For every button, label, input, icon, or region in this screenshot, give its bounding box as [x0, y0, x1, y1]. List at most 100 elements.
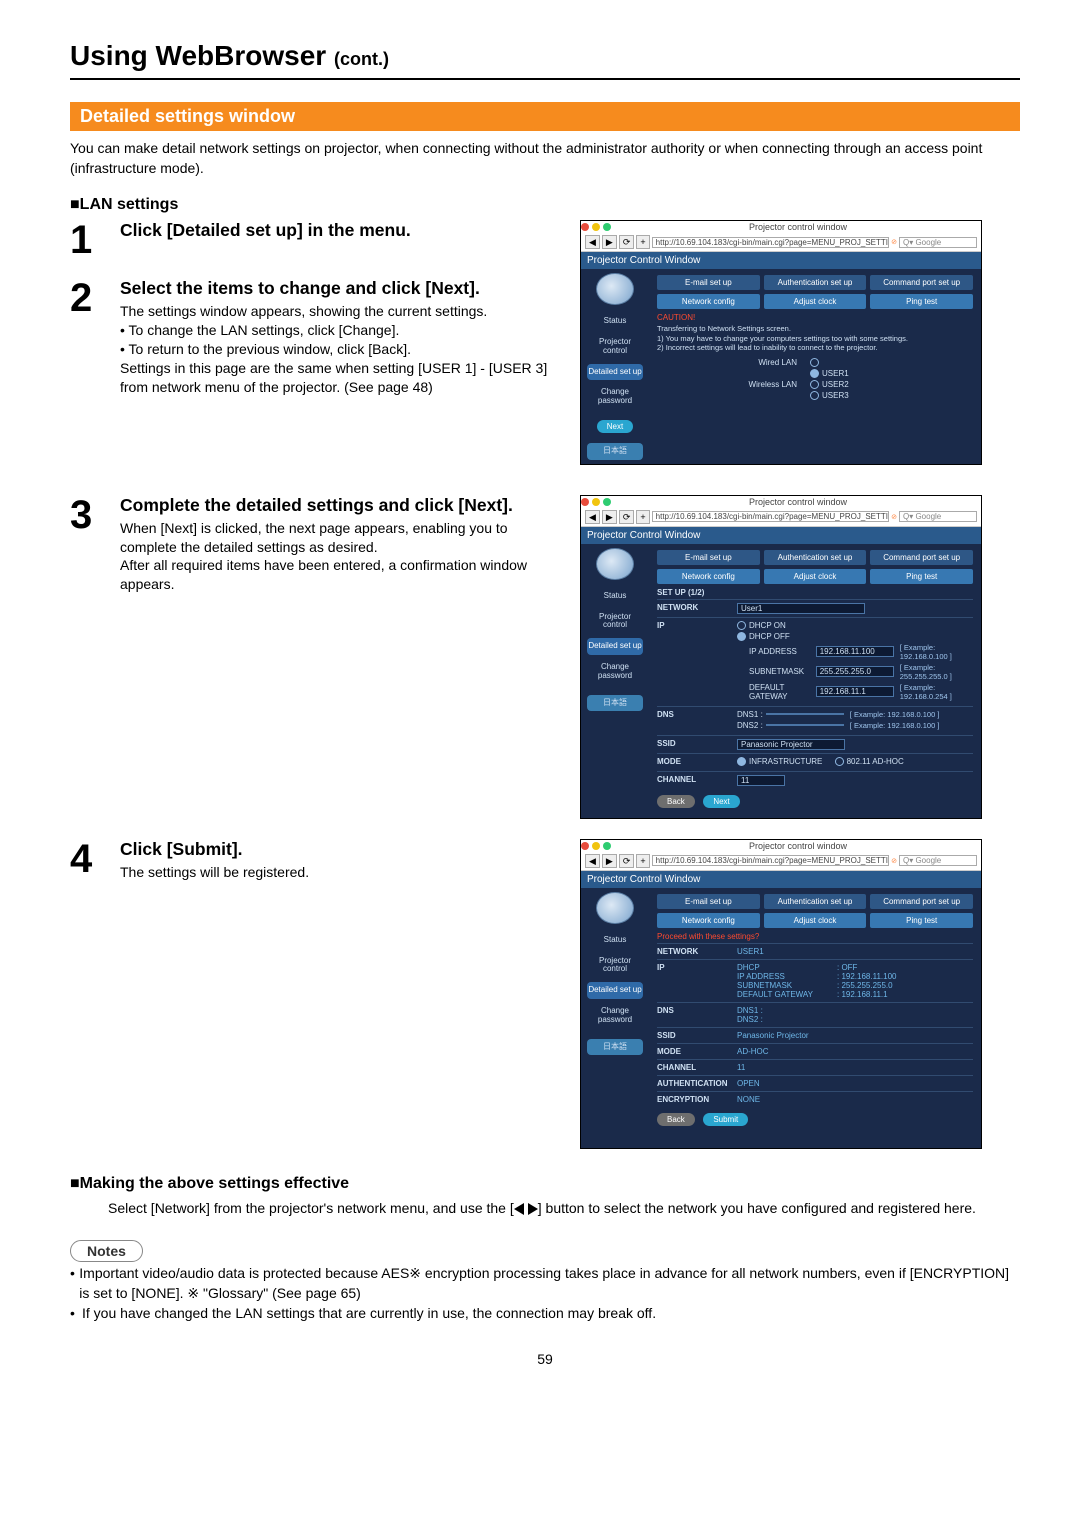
adhoc-radio[interactable]: [835, 757, 844, 766]
tab-network-config[interactable]: Network config: [657, 569, 760, 584]
wired-lan-radio[interactable]: [810, 358, 819, 367]
tab-ping-test[interactable]: Ping test: [870, 913, 973, 928]
sidebar-detailed-setup[interactable]: Detailed set up: [587, 982, 643, 999]
url-bar[interactable]: http://10.69.104.183/cgi-bin/main.cgi?pa…: [652, 511, 889, 522]
window-header: Projector Control Window: [581, 527, 981, 544]
channel-label: CHANNEL: [657, 775, 737, 784]
page-number: 59: [70, 1351, 1020, 1367]
next-button[interactable]: Next: [703, 795, 739, 808]
nav-back-icon[interactable]: ◀: [585, 854, 600, 868]
step-title: Select the items to change and click [Ne…: [120, 278, 560, 300]
tab-adjust-clock[interactable]: Adjust clock: [764, 294, 867, 309]
channel-select[interactable]: 11: [737, 775, 785, 786]
tab-auth[interactable]: Authentication set up: [764, 550, 867, 565]
ssid-input[interactable]: Panasonic Projector: [737, 739, 845, 750]
sidebar-japanese[interactable]: 日本語: [587, 1039, 643, 1056]
tab-command-port[interactable]: Command port set up: [870, 894, 973, 909]
sidebar-projector-control[interactable]: Projector control: [587, 334, 643, 360]
tab-adjust-clock[interactable]: Adjust clock: [764, 913, 867, 928]
dns1-input[interactable]: [766, 713, 844, 715]
tab-ping-test[interactable]: Ping test: [870, 569, 973, 584]
user2-radio[interactable]: [810, 380, 819, 389]
nav-back-icon[interactable]: ◀: [585, 510, 600, 524]
tab-command-port[interactable]: Command port set up: [870, 275, 973, 290]
projector-icon: [596, 273, 634, 305]
subnet-input[interactable]: 255.255.255.0: [816, 666, 894, 677]
tab-email[interactable]: E-mail set up: [657, 894, 760, 909]
infrastructure-radio[interactable]: [737, 757, 746, 766]
nav-back-icon[interactable]: ◀: [585, 235, 600, 249]
sidebar-projector-control[interactable]: Projector control: [587, 953, 643, 979]
nav-fwd-icon[interactable]: ▶: [602, 854, 617, 868]
url-bar[interactable]: http://10.69.104.183/cgi-bin/main.cgi?pa…: [652, 237, 889, 248]
home-icon[interactable]: +: [636, 510, 649, 524]
submit-button[interactable]: Submit: [703, 1113, 748, 1126]
tab-email[interactable]: E-mail set up: [657, 275, 760, 290]
home-icon[interactable]: +: [636, 235, 649, 249]
tab-adjust-clock[interactable]: Adjust clock: [764, 569, 867, 584]
gateway-input[interactable]: 192.168.11.1: [816, 686, 894, 697]
step-body: The settings window appears, showing the…: [120, 302, 560, 396]
mode-label: MODE: [657, 1047, 737, 1056]
sidebar-projector-control[interactable]: Projector control: [587, 609, 643, 635]
dhcp-on-radio[interactable]: [737, 621, 746, 630]
user1-radio[interactable]: [810, 369, 819, 378]
tab-auth[interactable]: Authentication set up: [764, 275, 867, 290]
tab-email[interactable]: E-mail set up: [657, 550, 760, 565]
notes-label: Notes: [70, 1240, 143, 1262]
reload-icon[interactable]: ⟳: [619, 235, 635, 249]
sidebar-change-password[interactable]: Change password: [587, 659, 643, 685]
network-select[interactable]: User1: [737, 603, 865, 614]
dns2-input[interactable]: [766, 724, 844, 726]
effective-heading: ■Making the above settings effective: [70, 1175, 1020, 1193]
sidebar-detailed-setup[interactable]: Detailed set up: [587, 364, 643, 381]
reload-icon[interactable]: ⟳: [619, 854, 635, 868]
tab-command-port[interactable]: Command port set up: [870, 550, 973, 565]
page-title: Using WebBrowser (cont.): [70, 40, 1020, 72]
tab-ping-test[interactable]: Ping test: [870, 294, 973, 309]
back-button[interactable]: Back: [657, 795, 695, 808]
search-box[interactable]: Q▾ Google: [899, 237, 977, 248]
caution-text: Transferring to Network Settings screen.…: [657, 324, 973, 352]
next-button[interactable]: Next: [597, 420, 633, 433]
reload-icon[interactable]: ⟳: [619, 510, 635, 524]
user3-radio[interactable]: [810, 391, 819, 400]
dhcp-off-radio[interactable]: [737, 632, 746, 641]
wireless-lan-label: Wireless LAN: [717, 380, 797, 389]
tab-auth[interactable]: Authentication set up: [764, 894, 867, 909]
sidebar-japanese[interactable]: 日本語: [587, 695, 643, 712]
step-number: 1: [70, 220, 120, 260]
sidebar-status[interactable]: Status: [587, 313, 643, 330]
nav-fwd-icon[interactable]: ▶: [602, 235, 617, 249]
window-header: Projector Control Window: [581, 871, 981, 888]
tab-network-config[interactable]: Network config: [657, 294, 760, 309]
network-label: NETWORK: [657, 603, 737, 612]
sidebar-japanese[interactable]: 日本語: [587, 443, 643, 460]
sidebar-change-password[interactable]: Change password: [587, 384, 643, 410]
url-bar[interactable]: http://10.69.104.183/cgi-bin/main.cgi?pa…: [652, 855, 889, 866]
search-box[interactable]: Q▾ Google: [899, 855, 977, 866]
sidebar-change-password[interactable]: Change password: [587, 1003, 643, 1029]
tab-network-config[interactable]: Network config: [657, 913, 760, 928]
dns-label: DNS: [657, 1006, 737, 1015]
window-header: Projector Control Window: [581, 252, 981, 269]
left-arrow-icon: [514, 1203, 524, 1215]
screenshot-detailed-setup: Projector control window ◀ ▶ ⟳ + http://…: [580, 220, 982, 465]
proceed-warning: Proceed with these settings?: [657, 932, 973, 941]
step-title: Click [Detailed set up] in the menu.: [120, 220, 560, 242]
search-box[interactable]: Q▾ Google: [899, 511, 977, 522]
sidebar-status[interactable]: Status: [587, 932, 643, 949]
wired-lan-label: Wired LAN: [717, 358, 797, 367]
sidebar-detailed-setup[interactable]: Detailed set up: [587, 638, 643, 655]
nav-fwd-icon[interactable]: ▶: [602, 510, 617, 524]
home-icon[interactable]: +: [636, 854, 649, 868]
sidebar-status[interactable]: Status: [587, 588, 643, 605]
step-title: Click [Submit].: [120, 839, 560, 861]
step-body: The settings will be registered.: [120, 863, 560, 882]
lan-settings-heading: ■LAN settings: [70, 196, 1020, 214]
ip-address-input[interactable]: 192.168.11.100: [816, 646, 894, 657]
network-label: NETWORK: [657, 947, 737, 956]
back-button[interactable]: Back: [657, 1113, 695, 1126]
intro-text: You can make detail network settings on …: [70, 139, 1020, 178]
projector-icon: [596, 892, 634, 924]
